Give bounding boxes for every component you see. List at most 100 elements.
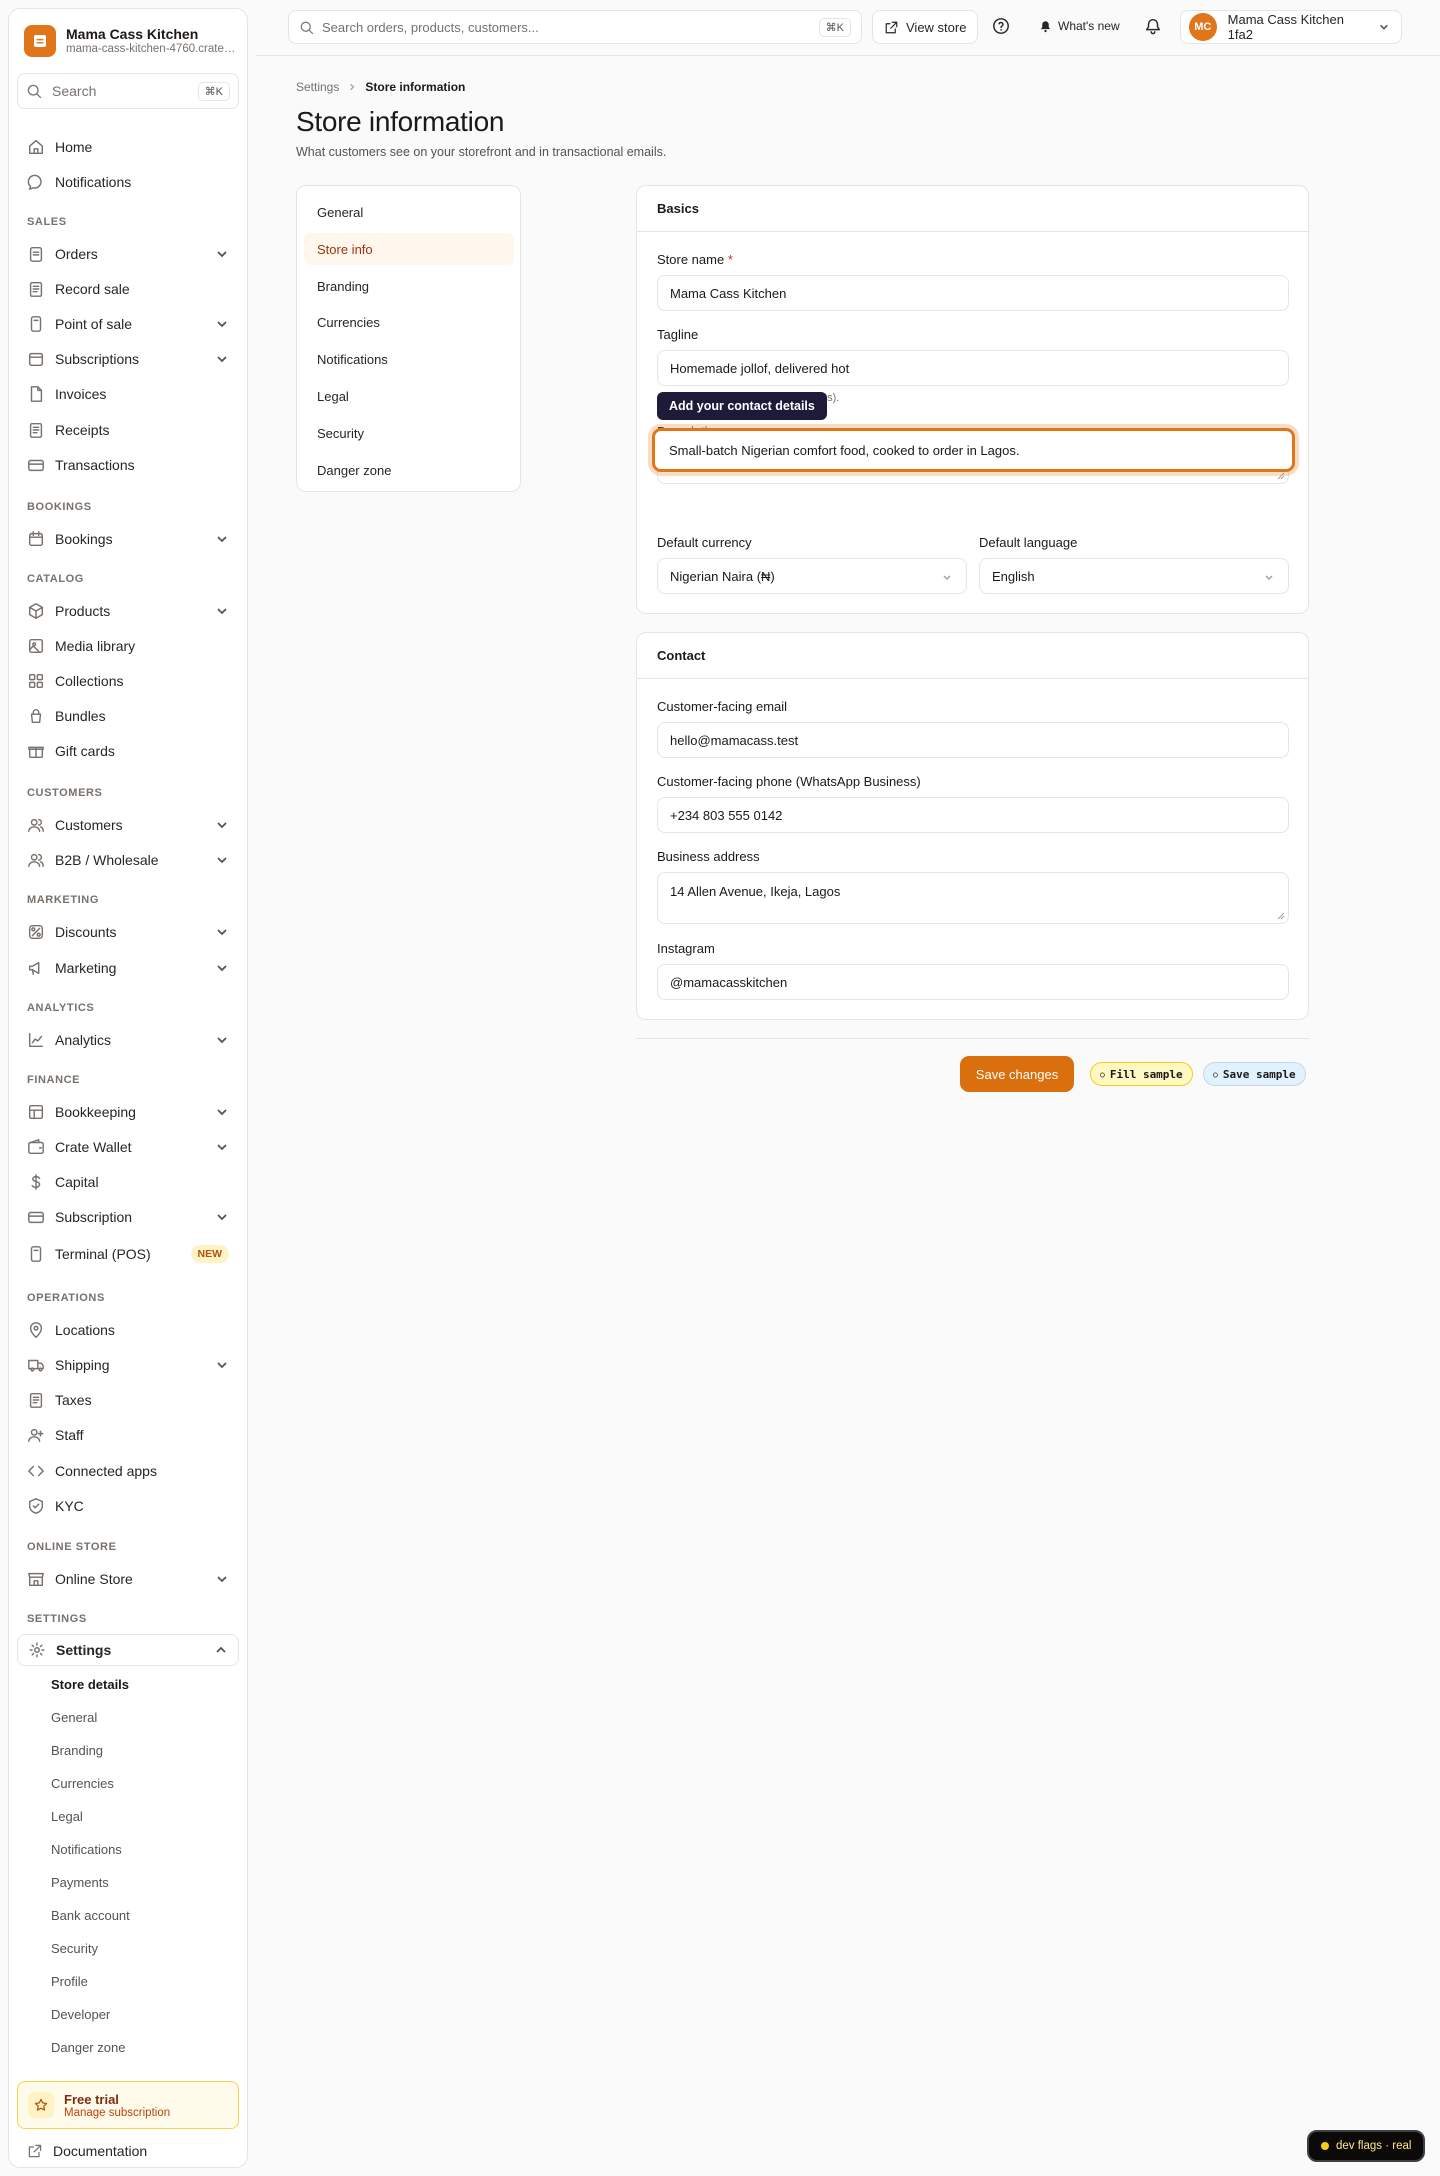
settings-sub-payments[interactable]: Payments — [51, 1875, 109, 1890]
phone-input[interactable]: +234 803 555 0142 — [657, 797, 1289, 833]
sidebar-item-orders[interactable]: Orders — [17, 238, 239, 270]
breadcrumb-current: Store information — [365, 80, 466, 94]
sidebar-item-capital[interactable]: Capital — [17, 1166, 239, 1198]
subnav-security[interactable]: Security — [304, 417, 514, 449]
subnav-notifications[interactable]: Notifications — [304, 343, 514, 375]
breadcrumb-settings-link[interactable]: Settings — [296, 80, 339, 94]
whats-new-button[interactable]: What's new — [1039, 19, 1120, 33]
sidebar-item-point-of-sale[interactable]: Point of sale — [17, 308, 239, 340]
sidebar-item-bookings[interactable]: Bookings — [17, 523, 239, 555]
settings-sub-danger-zone[interactable]: Danger zone — [51, 2040, 125, 2055]
sidebar-item-settings[interactable]: Settings — [17, 1634, 239, 1666]
address-textarea[interactable]: 14 Allen Avenue, Ikeja, Lagos — [657, 872, 1289, 924]
description-textarea[interactable]: Small-batch Nigerian comfort food, cooke… — [652, 428, 1295, 472]
sidebar-item-bookkeeping[interactable]: Bookkeeping — [17, 1096, 239, 1128]
sidebar-item-terminal-pos[interactable]: Terminal (POS) NEW — [17, 1238, 239, 1270]
nav-section-bookings: Bookings — [27, 501, 92, 513]
store-switcher[interactable]: Mama Cass Kitchen mama-cass-kitchen-4760… — [24, 25, 236, 57]
sidebar-item-crate-wallet[interactable]: Crate Wallet — [17, 1131, 239, 1163]
resize-handle-icon[interactable] — [1277, 472, 1285, 480]
subnav-general[interactable]: General — [304, 196, 514, 228]
settings-sub-general[interactable]: General — [51, 1710, 97, 1725]
sidebar-item-transactions[interactable]: Transactions — [17, 449, 239, 481]
sidebar-item-notifications[interactable]: Notifications — [17, 166, 239, 198]
basics-heading: Basics — [637, 186, 1308, 232]
sidebar-item-record-sale[interactable]: Record sale — [17, 273, 239, 305]
subnav-branding[interactable]: Branding — [304, 270, 514, 302]
sidebar-item-label: Customers — [55, 817, 123, 833]
sidebar-item-collections[interactable]: Collections — [17, 665, 239, 697]
sidebar-item-home[interactable]: Home — [17, 131, 239, 163]
subnav-currencies[interactable]: Currencies — [304, 306, 514, 338]
settings-sub-security[interactable]: Security — [51, 1941, 98, 1956]
email-value: hello@mamacass.test — [670, 732, 799, 748]
external-link-icon — [28, 2144, 42, 2158]
store-name-value: Mama Cass Kitchen — [670, 285, 787, 301]
shield-check-icon — [28, 1498, 44, 1514]
sidebar-item-label: Media library — [55, 638, 136, 654]
sidebar-item-subscriptions[interactable]: Subscriptions — [17, 343, 239, 375]
subnav-danger-zone[interactable]: Danger zone — [304, 454, 514, 486]
chevron-down-icon — [217, 1109, 227, 1116]
view-store-button[interactable]: View store — [872, 10, 979, 44]
sidebar-item-discounts[interactable]: Discounts — [17, 916, 239, 948]
save-sample-button[interactable]: ○ Save sample — [1203, 1062, 1306, 1086]
language-select[interactable]: English — [979, 558, 1289, 594]
sidebar-search[interactable]: Search ⌘K — [17, 73, 239, 109]
dot-icon: ○ — [1213, 1069, 1218, 1079]
sidebar-item-marketing[interactable]: Marketing — [17, 952, 239, 984]
global-search-input[interactable]: Search orders, products, customers... ⌘K — [288, 10, 862, 44]
settings-sub-developer[interactable]: Developer — [51, 2007, 110, 2022]
email-input[interactable]: hello@mamacass.test — [657, 722, 1289, 758]
settings-sub-currencies[interactable]: Currencies — [51, 1776, 114, 1791]
sidebar-item-staff[interactable]: Staff — [17, 1419, 239, 1451]
sidebar-item-analytics[interactable]: Analytics — [17, 1024, 239, 1056]
manage-subscription-link[interactable]: Manage subscription — [64, 2107, 170, 2119]
receipt-icon — [29, 422, 43, 438]
settings-sub-branding[interactable]: Branding — [51, 1743, 103, 1758]
chevron-down-icon — [217, 608, 227, 615]
sidebar-item-locations[interactable]: Locations — [17, 1314, 239, 1346]
sidebar-item-label: Shipping — [55, 1357, 110, 1373]
resize-handle-icon[interactable] — [1277, 912, 1285, 920]
settings-sub-bank-account[interactable]: Bank account — [51, 1908, 130, 1923]
settings-sub-store-details[interactable]: Store details — [51, 1677, 129, 1692]
account-menu-button[interactable]: MC Mama Cass Kitchen 1fa2 — [1180, 10, 1402, 44]
save-changes-button[interactable]: Save changes — [960, 1056, 1074, 1092]
sidebar-item-gift-cards[interactable]: Gift cards — [17, 735, 239, 767]
sidebar-item-invoices[interactable]: Invoices — [17, 378, 239, 410]
settings-sub-notifications[interactable]: Notifications — [51, 1842, 122, 1857]
sidebar-item-label: Record sale — [55, 281, 130, 297]
settings-sub-legal[interactable]: Legal — [51, 1809, 83, 1824]
sidebar-item-shipping[interactable]: Shipping — [17, 1349, 239, 1381]
sidebar-item-kyc[interactable]: KYC — [17, 1490, 239, 1522]
sidebar-item-customers[interactable]: Customers — [17, 809, 239, 841]
dev-flags-toggle[interactable]: dev flags · real — [1307, 2130, 1425, 2162]
subnav-store-info[interactable]: Store info — [304, 233, 514, 265]
settings-sub-profile[interactable]: Profile — [51, 1974, 88, 1989]
sidebar-item-online-store[interactable]: Online Store — [17, 1563, 239, 1595]
sidebar-item-connected-apps[interactable]: Connected apps — [17, 1455, 239, 1487]
sidebar-item-products[interactable]: Products — [17, 595, 239, 627]
sidebar-search-label: Search — [52, 83, 97, 99]
free-trial-card[interactable]: Free trial Manage subscription — [17, 2081, 239, 2129]
documentation-link[interactable]: Documentation — [27, 2143, 147, 2159]
notifications-bell-button[interactable] — [1144, 17, 1162, 35]
instagram-value: @mamacasskitchen — [670, 974, 788, 990]
subnav-legal[interactable]: Legal — [304, 380, 514, 412]
currency-select[interactable]: Nigerian Naira (₦) — [657, 558, 967, 594]
sidebar-item-label: Point of sale — [55, 316, 133, 332]
sidebar-item-media-library[interactable]: Media library — [17, 630, 239, 662]
tagline-input[interactable]: Homemade jollof, delivered hot — [657, 350, 1289, 386]
instagram-input[interactable]: @mamacasskitchen — [657, 964, 1289, 1000]
sidebar-item-taxes[interactable]: Taxes — [17, 1384, 239, 1416]
sidebar-item-bundles[interactable]: Bundles — [17, 700, 239, 732]
help-button[interactable] — [992, 17, 1010, 35]
store-name-input[interactable]: Mama Cass Kitchen — [657, 275, 1289, 311]
sidebar-item-subscription[interactable]: Subscription — [17, 1201, 239, 1233]
tagline-value: Homemade jollof, delivered hot — [670, 360, 850, 376]
sidebar-item-b2b-wholesale[interactable]: B2B / Wholesale — [17, 844, 239, 876]
nav-section-customers: Customers — [27, 787, 103, 799]
sidebar-item-receipts[interactable]: Receipts — [17, 414, 239, 446]
fill-sample-button[interactable]: ○ Fill sample — [1090, 1062, 1193, 1086]
